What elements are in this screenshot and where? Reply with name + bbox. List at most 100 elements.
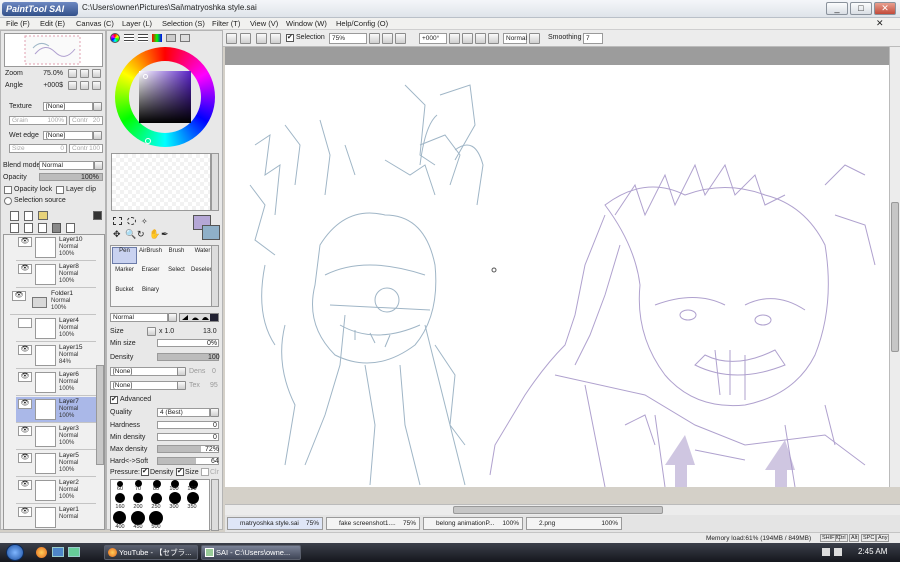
tool-grid-scrollbar[interactable]	[211, 245, 219, 307]
brush-shape-selector[interactable]	[179, 313, 219, 322]
minimize-icon[interactable]: _	[826, 2, 848, 15]
layer-row[interactable]: 👁 Layer5 Normal 100%	[16, 451, 96, 477]
stabilizer-mode[interactable]: Normal	[503, 33, 527, 44]
layer-row[interactable]: 👁 Layer1 Normal	[16, 505, 96, 529]
menu-selection[interactable]: Selection (S)	[162, 19, 205, 28]
menu-edit[interactable]: Edit (E)	[40, 19, 65, 28]
document-tab-active[interactable]: matryoshka style.sai 75%	[227, 517, 323, 530]
blend-mode-select[interactable]: Normal	[39, 161, 94, 170]
wet-edge-dropdown-icon[interactable]	[93, 131, 102, 140]
brush-size-presets[interactable]: 60 70 80 100 120 160 200 250 300 350 400…	[110, 479, 210, 531]
pressure-density-checkbox[interactable]: ✔	[141, 468, 149, 476]
vertical-scroll-thumb[interactable]	[891, 202, 899, 352]
folder-row[interactable]: 👁 Folder1 Normal 100%	[10, 289, 96, 315]
rotate-right-button[interactable]	[80, 81, 89, 90]
zoom-icon[interactable]: 🔍	[125, 229, 136, 240]
eye-icon[interactable]	[18, 318, 32, 328]
layer-row[interactable]: 👁 Layer10 Normal 100%	[16, 235, 96, 261]
deselect-button[interactable]	[256, 33, 267, 44]
eye-icon[interactable]: 👁	[18, 453, 32, 463]
tool-brush[interactable]: Brush	[164, 247, 189, 264]
hard-soft-slider[interactable]	[157, 457, 219, 465]
scratchpad-scrollbar[interactable]	[211, 153, 219, 211]
tool-bucket[interactable]: Bucket	[112, 286, 137, 303]
tool-binary[interactable]: Binary	[138, 286, 163, 303]
brush-shape1-select[interactable]: [None]	[110, 367, 180, 376]
eye-icon[interactable]: 👁	[18, 507, 32, 517]
smoothing-select[interactable]: 7	[583, 33, 603, 44]
hardness-slider[interactable]	[157, 421, 219, 429]
rotate-left-button[interactable]	[449, 33, 460, 44]
navigator-preview[interactable]	[4, 33, 103, 67]
brush-dot[interactable]	[151, 493, 162, 504]
eye-icon[interactable]: 👁	[18, 426, 32, 436]
eye-icon[interactable]: 👁	[18, 480, 32, 490]
canvas-vertical-scrollbar[interactable]	[889, 47, 900, 487]
tool-pen[interactable]: Pen	[112, 247, 137, 264]
tray-network-icon[interactable]	[822, 548, 830, 556]
zoom-in-button[interactable]	[382, 33, 393, 44]
menu-file[interactable]: File (F)	[6, 19, 30, 28]
texture-dropdown-icon[interactable]	[93, 102, 102, 111]
flip-button[interactable]	[488, 33, 499, 44]
swatch-tab-icon[interactable]	[166, 34, 176, 42]
close-icon[interactable]: ✕	[874, 2, 896, 15]
trash-icon[interactable]	[52, 223, 61, 233]
menu-window[interactable]: Window (W)	[286, 19, 327, 28]
shape1-dropdown-icon[interactable]	[177, 367, 186, 376]
layer-row[interactable]: 👁 Layer2 Normal 100%	[16, 478, 96, 504]
texture-select[interactable]: [None]	[43, 102, 93, 111]
scratchpad-tab-icon[interactable]	[180, 34, 190, 42]
color-wheel[interactable]	[115, 47, 215, 147]
document-tab[interactable]: 2.png 100%	[526, 517, 622, 530]
rotate-icon[interactable]: ↻	[137, 229, 145, 240]
transfer-down-icon[interactable]	[24, 223, 33, 233]
tool-select[interactable]: Select	[164, 266, 189, 283]
advanced-checkbox[interactable]: ✔	[110, 396, 118, 404]
eye-icon[interactable]: 👁	[18, 345, 32, 355]
tool-marker[interactable]: Marker	[112, 266, 137, 283]
mask-icon[interactable]	[93, 211, 102, 220]
layer-row[interactable]: Layer4 Normal 100%	[16, 316, 96, 342]
layer-row[interactable]: 👁 Layer3 Normal 100%	[16, 424, 96, 450]
tray-volume-icon[interactable]	[834, 548, 842, 556]
menu-canvas[interactable]: Canvas (C)	[76, 19, 114, 28]
brush-dot[interactable]	[131, 511, 145, 525]
rect-select-icon[interactable]	[113, 217, 122, 225]
horizontal-scroll-thumb[interactable]	[453, 506, 663, 514]
rotate-reset-button[interactable]	[92, 81, 101, 90]
brush-dot[interactable]	[113, 511, 126, 524]
magic-wand-icon[interactable]: ✧	[141, 217, 148, 226]
menu-view[interactable]: View (V)	[250, 19, 278, 28]
eye-icon[interactable]: 👁	[18, 372, 32, 382]
zoom-reset-button[interactable]	[92, 69, 101, 78]
firefox-icon[interactable]	[36, 547, 47, 558]
angle-field[interactable]: +000°	[419, 33, 447, 44]
new-layer-icon[interactable]	[10, 211, 19, 221]
redo-button[interactable]	[240, 33, 251, 44]
document-tab[interactable]: fake screenshot1.... 75%	[326, 517, 420, 530]
eye-icon[interactable]: 👁	[12, 291, 26, 301]
merge-down-icon[interactable]	[38, 223, 47, 233]
zoom-in-button[interactable]	[80, 69, 89, 78]
brush-mode-dropdown-icon[interactable]	[168, 313, 177, 322]
quality-dropdown-icon[interactable]	[210, 408, 219, 417]
copy-layer-icon[interactable]	[10, 223, 19, 233]
brush-dot[interactable]	[187, 492, 199, 504]
min-density-slider[interactable]	[157, 433, 219, 441]
tool-airbrush[interactable]: AirBrush	[138, 247, 163, 264]
selection-source-radio[interactable]	[4, 197, 12, 205]
rotate-reset-button[interactable]	[475, 33, 486, 44]
zoom-out-button[interactable]	[68, 69, 77, 78]
brush-shape2-select[interactable]: [None]	[110, 381, 180, 390]
lasso-icon[interactable]	[127, 217, 136, 225]
selection-checkbox[interactable]: ✔	[286, 34, 294, 42]
stabilizer-mode-icon[interactable]	[529, 33, 540, 44]
eyedropper-icon[interactable]: ✒	[161, 229, 169, 240]
pressure-clr-checkbox[interactable]	[201, 468, 209, 476]
color-wheel-tab-icon[interactable]	[110, 33, 120, 43]
zoom-select[interactable]: 75%	[329, 33, 367, 44]
menu-close-icon[interactable]: ✕	[876, 18, 884, 29]
menu-help[interactable]: Help/Config (O)	[336, 19, 388, 28]
new-linework-icon[interactable]	[24, 211, 33, 221]
